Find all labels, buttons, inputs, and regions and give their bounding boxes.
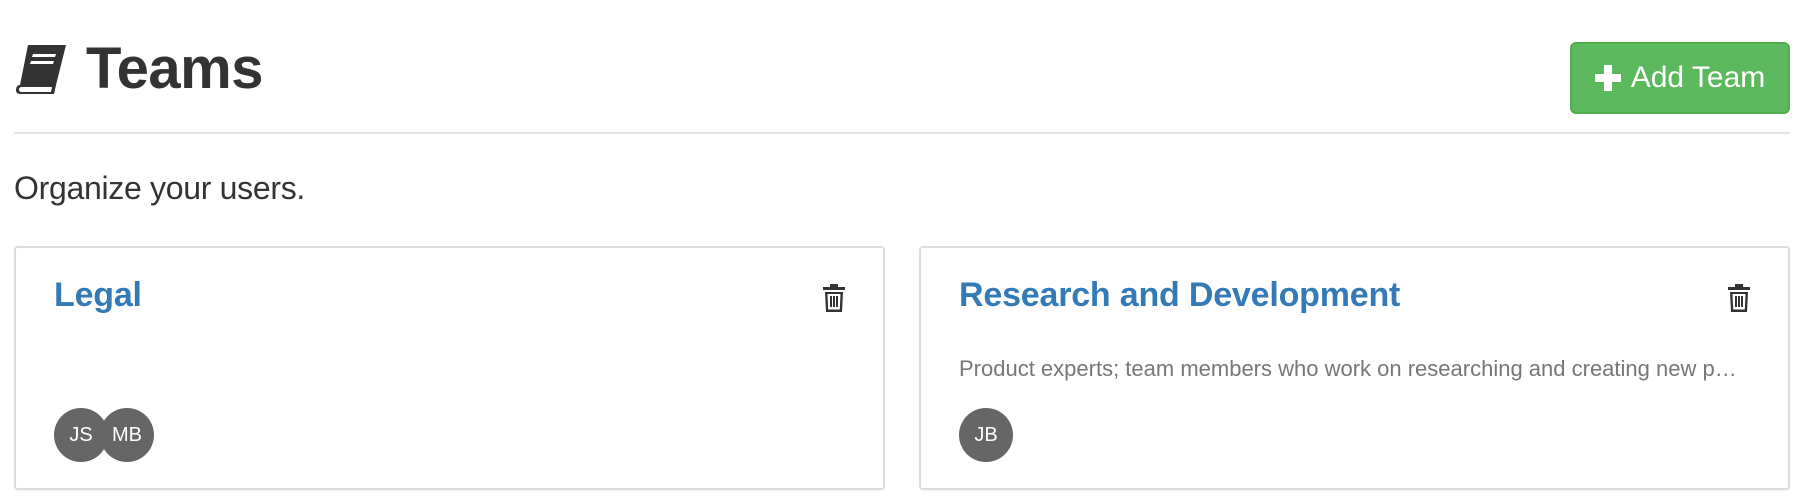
add-team-button[interactable]: Add Team xyxy=(1570,42,1790,114)
team-name-link[interactable]: Legal xyxy=(54,276,142,315)
team-card-list: Legal JS MB Research and Development Pro… xyxy=(14,246,1790,490)
member-avatars: JS MB xyxy=(54,408,154,462)
page-subtitle: Organize your users. xyxy=(14,170,306,206)
team-description: Product experts; team members who work o… xyxy=(959,356,1737,381)
plus-icon xyxy=(1594,65,1621,91)
title-group: Teams xyxy=(14,40,263,98)
team-name-link[interactable]: Research and Development xyxy=(959,276,1400,315)
page-title: Teams xyxy=(86,36,263,101)
teams-page: Teams Add Team Organize your users. Lega… xyxy=(14,0,1790,490)
member-avatars: JB xyxy=(959,408,1013,462)
avatar[interactable]: JB xyxy=(959,408,1013,462)
trash-icon[interactable] xyxy=(823,284,845,312)
trash-icon[interactable] xyxy=(1728,284,1750,312)
book-icon xyxy=(16,45,66,94)
team-card-legal: Legal JS MB xyxy=(14,246,885,490)
team-card-research-and-development: Research and Development Product experts… xyxy=(919,246,1790,490)
avatar[interactable]: MB xyxy=(100,408,154,462)
add-team-label: Add Team xyxy=(1630,61,1766,94)
page-header: Teams Add Team xyxy=(14,0,1790,134)
